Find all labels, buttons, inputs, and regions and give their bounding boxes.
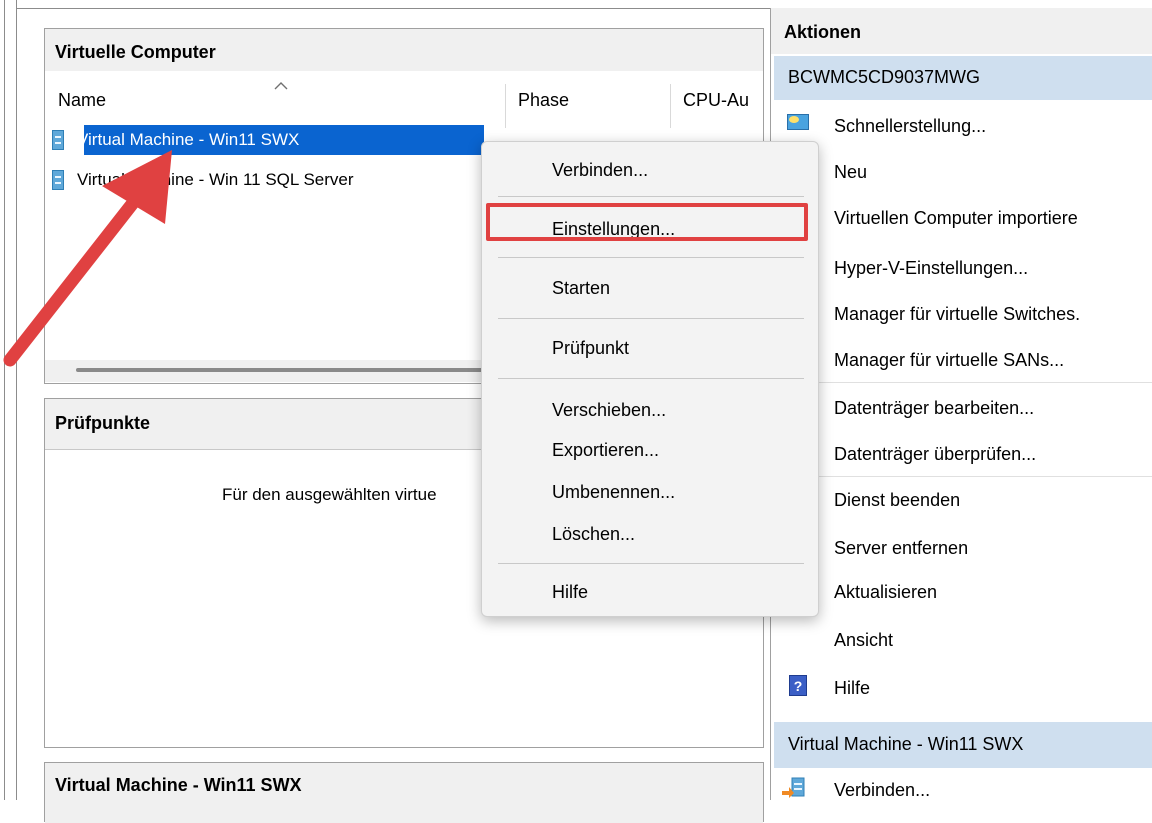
menu-item-starten[interactable]: Starten [552,278,610,299]
menu-item-loeschen[interactable]: Löschen... [552,524,635,545]
menu-item-verschieben[interactable]: Verschieben... [552,400,666,421]
menu-item-umbenennen[interactable]: Umbenennen... [552,482,675,503]
window-frame-left-inner [16,0,17,800]
action-group-vm[interactable]: Virtual Machine - Win11 SWX [774,722,1152,768]
vm-list-title: Virtuelle Computer [55,42,216,62]
column-header-name[interactable]: Name [58,90,106,111]
action-group-vm-label: Virtual Machine - Win11 SWX [788,734,1024,754]
sort-ascending-icon [274,82,288,90]
virtual-machine-icon [52,130,64,150]
action-switch-manager[interactable]: Manager für virtuelle Switches. [834,304,1080,325]
column-separator[interactable] [670,84,671,128]
column-separator[interactable] [505,84,506,128]
column-header-cpu[interactable]: CPU-Au [683,90,763,111]
action-separator [818,476,1152,477]
annotation-highlight-box [486,203,808,241]
action-refresh[interactable]: Aktualisieren [834,582,937,603]
menu-separator [498,257,804,258]
details-title: Virtual Machine - Win11 SWX [55,775,302,795]
annotation-arrow [3,150,172,367]
menu-item-hilfe[interactable]: Hilfe [552,582,588,603]
menu-separator [498,318,804,319]
action-separator [818,382,1152,383]
action-schnellerstellung[interactable]: Schnellerstellung... [834,116,986,137]
help-icon: ? [789,675,807,696]
action-group-host[interactable]: BCWMC5CD9037MWG [774,56,1152,100]
actions-header: Aktionen [771,8,1152,54]
connect-icon [782,777,805,798]
action-help[interactable]: Hilfe [834,678,870,699]
action-san-manager[interactable]: Manager für virtuelle SANs... [834,350,1064,371]
action-hyperv-settings[interactable]: Hyper-V-Einstellungen... [834,258,1028,279]
checkpoints-title: Prüfpunkte [55,413,151,433]
action-vm-connect[interactable]: Verbinden... [834,780,930,801]
vm-name: Virtual Machine - Win11 SWX [77,130,300,149]
details-header: Virtual Machine - Win11 SWX [45,763,763,823]
window-frame-top [16,8,770,9]
column-header-phase[interactable]: Phase [518,90,569,111]
menu-separator [498,196,804,197]
menu-separator [498,378,804,379]
menu-separator [498,563,804,564]
vm-list-header: Virtuelle Computer [45,29,763,71]
window-frame-left-outer [4,0,5,800]
action-neu[interactable]: Neu [834,162,867,183]
quick-create-icon [787,114,809,130]
menu-item-exportieren[interactable]: Exportieren... [552,440,659,461]
menu-item-verbinden[interactable]: Verbinden... [552,160,648,181]
action-view[interactable]: Ansicht [834,630,893,651]
checkpoints-empty-text: Für den ausgewählten virtue [222,485,437,504]
action-remove-server[interactable]: Server entfernen [834,538,968,559]
menu-item-pruefpunkt[interactable]: Prüfpunkt [552,338,629,359]
actions-title: Aktionen [784,22,862,42]
context-menu: Verbinden... Einstellungen... Starten Pr… [481,141,819,617]
details-panel: Virtual Machine - Win11 SWX [44,762,764,823]
action-inspect-disk[interactable]: Datenträger überprüfen... [834,444,1036,465]
action-import-vm[interactable]: Virtuellen Computer importiere [834,208,1078,229]
action-group-host-label: BCWMC5CD9037MWG [788,67,981,87]
action-stop-service[interactable]: Dienst beenden [834,490,960,511]
action-edit-disk[interactable]: Datenträger bearbeiten... [834,398,1034,419]
